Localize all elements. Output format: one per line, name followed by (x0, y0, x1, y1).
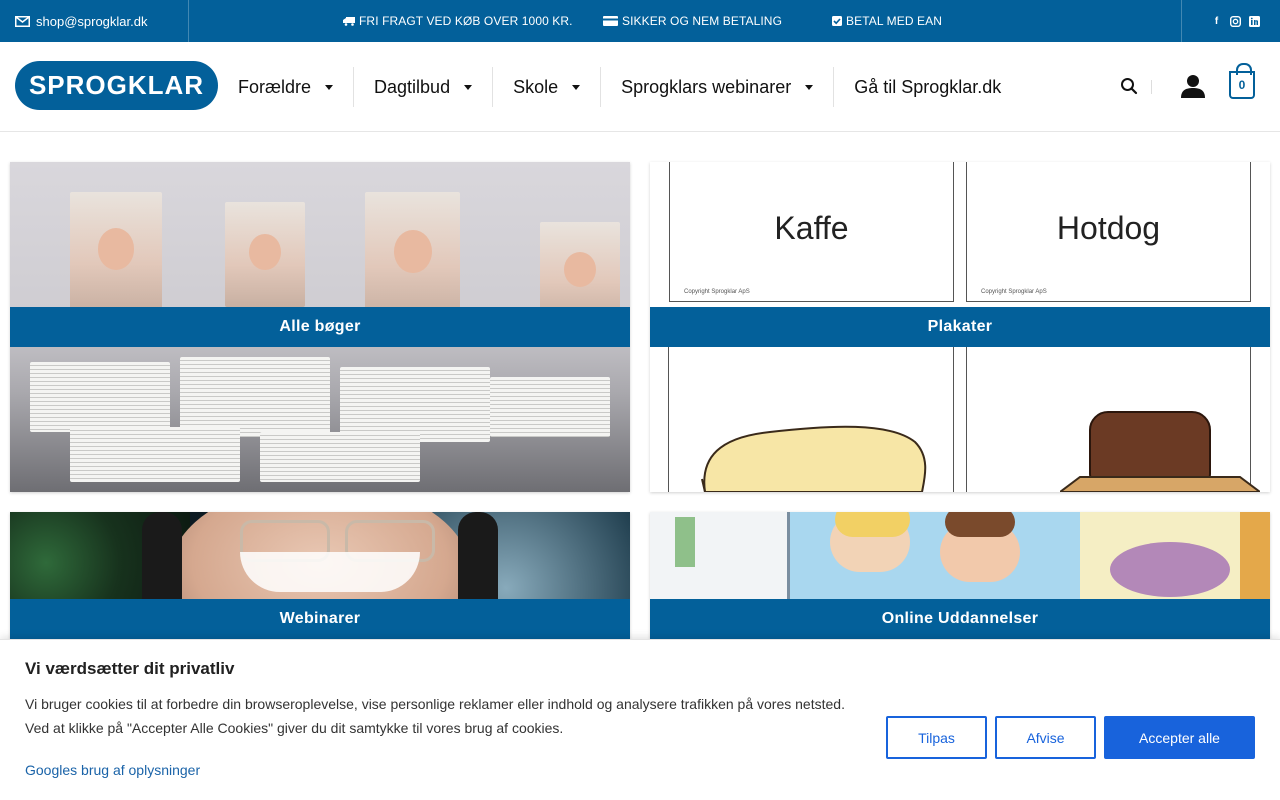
bread-illustration (701, 425, 927, 492)
envelope-icon (15, 15, 30, 27)
linkedin-icon[interactable] (1249, 15, 1260, 27)
category-tile-online-courses[interactable]: Online Uddannelser (650, 512, 1270, 639)
divider (188, 0, 189, 42)
poster-word: Hotdog (1056, 210, 1161, 246)
cart-count: 0 (1238, 78, 1246, 92)
accept-all-button[interactable]: Accepter alle (1104, 716, 1255, 759)
poster-word: Kaffe (774, 210, 849, 246)
cookie-title: Vi værdsætter dit privatliv (25, 659, 235, 678)
nav-item-dagtilbud[interactable]: Dagtilbud (353, 67, 492, 107)
free-shipping-message: FRI FRAGT VED KØB OVER 1000 KR. (343, 0, 573, 42)
customize-button[interactable]: Tilpas (886, 716, 987, 759)
credit-card-icon (603, 16, 618, 26)
cart-button[interactable]: 0 (1229, 63, 1255, 99)
truck-icon (343, 17, 355, 26)
social-links: f (1211, 0, 1260, 42)
nav-item-sprogklar-dk[interactable]: Gå til Sprogklar.dk (833, 67, 1021, 107)
category-tile-posters[interactable]: Kaffe Hotdog Copyright Sprogklar ApS Cop… (650, 162, 1270, 492)
tile-label: Alle bøger (10, 307, 630, 347)
secure-payment-text: SIKKER OG NEM BETALING (622, 14, 783, 28)
search-icon[interactable] (1120, 77, 1138, 95)
email-link[interactable]: shop@sprogklar.dk (15, 0, 147, 42)
caret-down-icon (464, 84, 473, 90)
main-navigation: Forældre Dagtilbud Skole Sprogklars webi… (228, 67, 1021, 107)
tile-label: Online Uddannelser (650, 599, 1270, 639)
nav-item-skole[interactable]: Skole (492, 67, 600, 107)
tile-label: Plakater (650, 307, 1270, 347)
tile-label-text: Online Uddannelser (881, 610, 1039, 627)
facebook-icon[interactable]: f (1211, 16, 1222, 27)
tile-label-text: Webinarer (279, 610, 361, 627)
google-data-usage-link[interactable]: Googles brug af oplysninger (25, 762, 200, 778)
logo-text: SPROGKLAR (28, 70, 205, 100)
tile-label-text: Alle bøger (279, 318, 361, 335)
secure-payment-message: SIKKER OG NEM BETALING (603, 0, 782, 42)
sprogklar-logo[interactable]: SPROGKLAR (15, 61, 218, 110)
nav-item-label: Sprogklars webinarer (621, 76, 792, 97)
nav-item-foraeldre[interactable]: Forældre (228, 67, 353, 107)
rye-bread-illustration (1060, 411, 1260, 492)
divider (1181, 0, 1182, 42)
nav-item-label: Gå til Sprogklar.dk (854, 76, 1002, 97)
user-account-icon[interactable] (1180, 73, 1206, 99)
instagram-icon[interactable] (1230, 15, 1241, 27)
reject-button[interactable]: Afvise (995, 716, 1096, 759)
nav-item-label: Dagtilbud (374, 76, 451, 97)
cookie-consent-banner: Vi værdsætter dit privatliv Vi bruger co… (0, 639, 1280, 800)
category-tile-webinars[interactable]: Webinarer (10, 512, 630, 639)
tile-label: Webinarer (10, 599, 630, 639)
nav-item-webinarer[interactable]: Sprogklars webinarer (600, 67, 833, 107)
nav-item-label: Forældre (238, 76, 312, 97)
divider (1151, 80, 1152, 94)
caret-down-icon (572, 84, 581, 90)
ean-text: BETAL MED EAN (846, 14, 942, 28)
poster-copyright: Copyright Sprogklar ApS (981, 289, 1047, 295)
site-header: SPROGKLAR Forældre Dagtilbud Skole Sprog… (0, 42, 1280, 132)
check-square-icon (832, 16, 842, 26)
nav-item-label: Skole (513, 76, 559, 97)
tile-label-text: Plakater (927, 318, 993, 335)
caret-down-icon (805, 84, 814, 90)
cookie-description: Vi bruger cookies til at forbedre din br… (25, 696, 845, 736)
top-bar: shop@sprogklar.dk FRI FRAGT VED KØB OVER… (0, 0, 1280, 42)
poster-copyright: Copyright Sprogklar ApS (684, 289, 750, 295)
email-text: shop@sprogklar.dk (36, 13, 148, 29)
category-tile-books[interactable]: Alle bøger (10, 162, 630, 492)
free-shipping-text: FRI FRAGT VED KØB OVER 1000 KR. (359, 14, 573, 28)
ean-message: BETAL MED EAN (832, 0, 942, 42)
caret-down-icon (325, 84, 334, 90)
